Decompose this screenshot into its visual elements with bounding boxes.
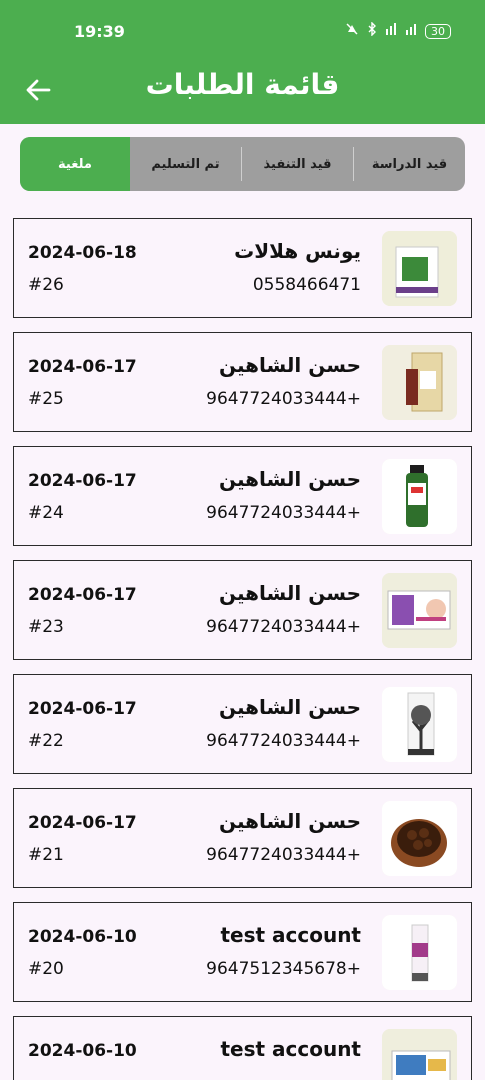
order-card[interactable]: حسن الشاهين 9647724033444+ 2024-06-17 #2… [13,788,472,888]
order-date: 2024-06-10 [28,1041,137,1061]
customer-phone: 9647724033444+ [206,617,361,637]
order-card[interactable]: حسن الشاهين 9647724033444+ 2024-06-17 #2… [13,674,472,774]
customer-name: test account [220,1037,361,1061]
tab-cancelled[interactable]: ملغية [20,137,130,191]
customer-phone: 9647512345678+ [206,959,361,979]
customer-phone: 9647724033444+ [206,731,361,751]
tab-in-progress[interactable]: قيد التنفيذ [242,137,353,191]
order-card[interactable]: test account 9647512345678+ 2024-06-10 #… [13,902,472,1002]
order-card[interactable]: test account 2024-06-10 [13,1016,472,1080]
battery-icon: 30 [425,23,451,39]
product-thumbnail [382,231,457,306]
status-time: 19:39 [74,22,125,41]
page-title: قائمة الطلبات [145,68,340,101]
tab-under-review[interactable]: قيد الدراسة [354,137,465,191]
customer-phone: 0558466471 [252,275,361,295]
customer-name: يونس هلالات [234,239,361,263]
network-icon [385,22,397,40]
customer-name: test account [220,923,361,947]
order-id: #24 [28,503,64,523]
product-thumbnail [382,915,457,990]
order-id: #20 [28,959,64,979]
order-id: #21 [28,845,64,865]
product-thumbnail [382,801,457,876]
order-date: 2024-06-10 [28,927,137,947]
order-date: 2024-06-17 [28,585,137,605]
customer-name: حسن الشاهين [219,695,361,719]
customer-phone: 9647724033444+ [206,845,361,865]
product-thumbnail [382,459,457,534]
status-bar: 19:39 30 [0,0,485,64]
customer-name: حسن الشاهين [219,809,361,833]
order-date: 2024-06-17 [28,357,137,377]
bluetooth-icon [367,21,377,40]
status-tabs: ملغية تم التسليم قيد التنفيذ قيد الدراسة [20,137,465,191]
customer-phone: 9647724033444+ [206,389,361,409]
customer-name: حسن الشاهين [219,353,361,377]
order-card[interactable]: حسن الشاهين 9647724033444+ 2024-06-17 #2… [13,332,472,432]
app-bar: قائمة الطلبات [0,64,485,124]
status-icons: 30 [345,21,451,40]
order-date: 2024-06-17 [28,471,137,491]
signal-icon [405,22,417,40]
customer-phone: 9647724033444+ [206,503,361,523]
order-card[interactable]: حسن الشاهين 9647724033444+ 2024-06-17 #2… [13,446,472,546]
customer-name: حسن الشاهين [219,467,361,491]
order-id: #22 [28,731,64,751]
order-id: #26 [28,275,64,295]
mute-icon [345,22,359,40]
tab-delivered[interactable]: تم التسليم [130,137,241,191]
order-date: 2024-06-17 [28,813,137,833]
customer-name: حسن الشاهين [219,581,361,605]
order-card[interactable]: يونس هلالات 0558466471 2024-06-18 #26 [13,218,472,318]
product-thumbnail [382,345,457,420]
order-card[interactable]: حسن الشاهين 9647724033444+ 2024-06-17 #2… [13,560,472,660]
order-id: #25 [28,389,64,409]
product-thumbnail [382,687,457,762]
order-date: 2024-06-18 [28,243,137,263]
order-id: #23 [28,617,64,637]
product-thumbnail [382,1029,457,1080]
order-date: 2024-06-17 [28,699,137,719]
product-thumbnail [382,573,457,648]
